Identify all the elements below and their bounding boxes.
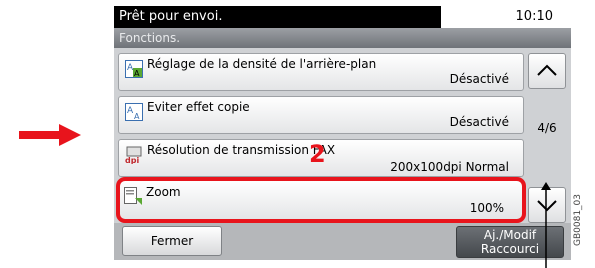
touch-panel: Prêt pour envoi. 10:10 Fonctions. A A Ré…	[114, 6, 571, 260]
list-item-zoom[interactable]: Zoom 100%	[116, 177, 526, 223]
background-density-icon: A A	[125, 60, 143, 78]
svg-text:A: A	[127, 63, 134, 73]
fax-resolution-icon: dpi	[125, 146, 142, 164]
list-item-prevent-bleed[interactable]: A A Eviter effet copie Désactivé	[118, 96, 524, 134]
page-indicator: 4/6	[537, 121, 557, 135]
list-item-background-density[interactable]: A A Réglage de la densité de l'arrière-p…	[118, 53, 524, 91]
list-item-value: 200x100dpi Normal	[390, 160, 509, 174]
svg-text:A: A	[134, 69, 140, 78]
scroll-up-button[interactable]	[528, 53, 566, 89]
prevent-bleed-through-icon: A A	[125, 103, 143, 121]
list-item-label: Résolution de transmission FAX	[147, 143, 336, 157]
list-item-value: Désactivé	[449, 115, 509, 129]
list-item-value: Désactivé	[449, 72, 509, 86]
pointer-line-icon	[541, 182, 551, 268]
zoom-icon	[124, 187, 142, 205]
clock: 10:10	[515, 9, 553, 24]
list-item-label: Zoom	[146, 185, 181, 199]
close-button[interactable]: Fermer	[122, 226, 222, 256]
svg-text:A: A	[134, 112, 140, 121]
list-item-value: 100%	[469, 201, 504, 215]
list-item-label: Réglage de la densité de l'arrière-plan	[147, 57, 377, 71]
step-number-callout: 2	[309, 140, 326, 168]
pointer-arrow-icon	[19, 124, 81, 146]
status-bar: Prêt pour envoi. 10:10	[114, 6, 571, 28]
list-item-label: Eviter effet copie	[147, 100, 250, 114]
footer-bar: Fermer Aj./Modif Raccourci	[114, 223, 571, 260]
screen-title: Fonctions.	[114, 28, 571, 48]
image-code: GB0081_03	[573, 193, 583, 246]
chevron-up-icon	[537, 64, 557, 76]
svg-text:A: A	[127, 106, 134, 116]
svg-text:dpi: dpi	[125, 156, 139, 164]
status-message: Prêt pour envoi.	[114, 6, 441, 28]
